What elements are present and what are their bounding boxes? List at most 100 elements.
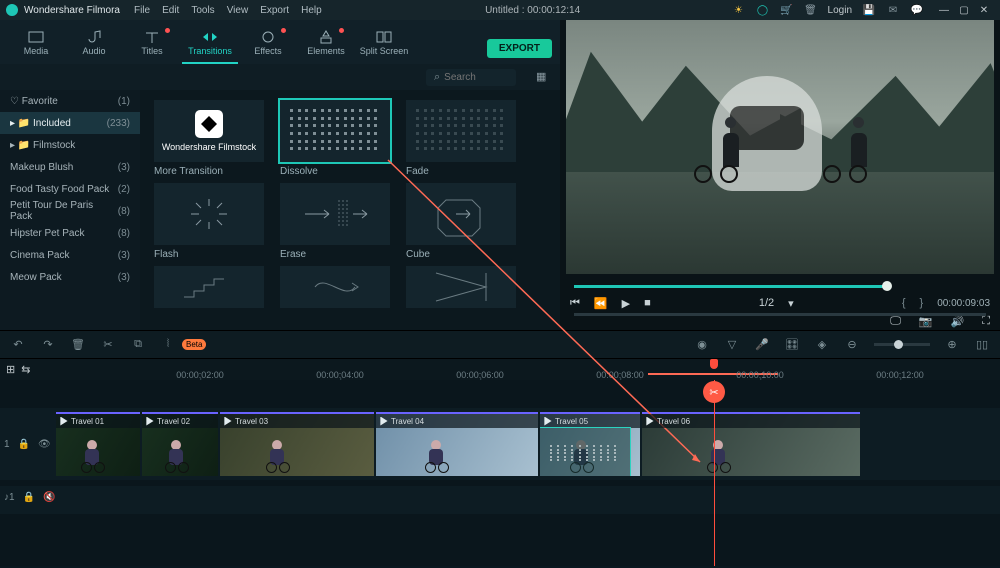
timeline-tracks: 1 🔒 👁 Travel 01Travel 02Travel 03Travel … — [0, 380, 1000, 566]
login-button[interactable]: Login — [828, 5, 852, 16]
gallery-item-extra2[interactable] — [280, 266, 390, 308]
sidebar-item-cinema[interactable]: Cinema Pack(3) — [0, 244, 140, 266]
timeline-ruler[interactable]: ⊞⇆ ✂ 00:00:02:0000:00:04:0000:00:06:0000… — [0, 358, 1000, 380]
snapshot-icon[interactable]: 📷 — [919, 315, 933, 328]
sidebar-item-hipster[interactable]: Hipster Pet Pack(8) — [0, 222, 140, 244]
gallery-item-extra3[interactable] — [406, 266, 516, 308]
fit-button[interactable]: ▯▯ — [974, 338, 990, 351]
menu-export[interactable]: Export — [260, 5, 289, 16]
tab-effects[interactable]: Effects — [240, 24, 296, 64]
tab-audio[interactable]: Audio — [66, 24, 122, 64]
zoom-out-button[interactable]: ⊖ — [844, 338, 860, 351]
gallery-item-more[interactable]: Wondershare Filmstock More Transition — [154, 100, 264, 177]
tab-media[interactable]: Media — [8, 24, 64, 64]
audio-track-label: ♪1 — [4, 492, 15, 503]
audio-wave-icon[interactable]: ⦚ — [160, 338, 176, 351]
lock-icon[interactable]: 🔒 — [23, 492, 35, 503]
tab-elements[interactable]: Elements — [298, 24, 354, 64]
preview-viewport[interactable] — [566, 20, 994, 274]
ruler-tick: 00:00:08:00 — [596, 370, 644, 380]
video-track-1[interactable]: 1 🔒 👁 Travel 01Travel 02Travel 03Travel … — [0, 408, 1000, 480]
headphones-icon[interactable]: ◯ — [756, 3, 770, 17]
zoom-slider[interactable] — [874, 343, 930, 346]
prev-frame-button[interactable]: ⏮ — [570, 297, 580, 310]
mail-icon[interactable]: ✉ — [886, 3, 900, 17]
audio-track-1[interactable]: ♪1 🔒 🔇 — [0, 486, 1000, 514]
save-icon[interactable]: 💾 — [862, 3, 876, 17]
split-marker-icon[interactable]: ✂ — [703, 381, 725, 403]
sidebar-item-food[interactable]: Food Tasty Food Pack(2) — [0, 178, 140, 200]
sun-icon[interactable]: ☀ — [732, 3, 746, 17]
sidebar-item-favorite[interactable]: ♡ Favorite(1) — [0, 90, 140, 112]
clip-1[interactable]: Travel 01 — [56, 412, 140, 476]
ruler-mode2-icon[interactable]: ⇆ — [21, 363, 30, 376]
mixer-icon[interactable]: 🎛 — [784, 338, 800, 351]
message-icon[interactable]: 💬 — [910, 3, 924, 17]
menu-view[interactable]: View — [227, 5, 249, 16]
cut-button[interactable]: ✂ — [100, 338, 116, 351]
undo-button[interactable]: ↶ — [10, 338, 26, 351]
gallery-item-cube[interactable]: Cube — [406, 183, 516, 260]
clip-2[interactable]: Travel 02 — [142, 412, 218, 476]
clip-6[interactable]: Travel 06 — [642, 412, 860, 476]
fullscreen-icon[interactable]: ⛶ — [982, 315, 990, 328]
maximize-button[interactable]: ▢ — [954, 5, 974, 16]
stop-button[interactable]: ■ — [644, 297, 651, 309]
tab-transitions[interactable]: Transitions — [182, 24, 238, 64]
display-icon[interactable]: 🖵 — [890, 315, 901, 328]
gallery-item-extra1[interactable] — [154, 266, 264, 308]
tab-split-screen[interactable]: Split Screen — [356, 24, 412, 64]
search-input[interactable] — [444, 72, 504, 83]
play-button[interactable]: ▶ — [622, 297, 630, 310]
tab-titles[interactable]: Titles — [124, 24, 180, 64]
sidebar-item-filmstock[interactable]: ▸ 📁 Filmstock — [0, 134, 140, 156]
copy-button[interactable]: ⧉ — [130, 338, 146, 351]
mark-in-icon[interactable]: { — [902, 297, 906, 309]
view-grid-icon[interactable]: ▦ — [536, 70, 550, 84]
mute-icon[interactable]: 🔇 — [43, 492, 55, 503]
export-button[interactable]: EXPORT — [487, 39, 552, 58]
lock-icon[interactable]: 🔒 — [18, 439, 30, 450]
trash-icon[interactable]: 🗑 — [804, 3, 818, 17]
page-down-icon[interactable]: ▾ — [788, 297, 794, 310]
sidebar-item-paris[interactable]: Petit Tour De Paris Pack(8) — [0, 200, 140, 222]
color-wheel-icon[interactable]: ◉ — [694, 338, 710, 351]
menu-tools[interactable]: Tools — [191, 5, 214, 16]
minimize-button[interactable]: — — [934, 5, 954, 16]
close-button[interactable]: ✕ — [974, 5, 994, 16]
clip-3[interactable]: Travel 03 — [220, 412, 374, 476]
menu-edit[interactable]: Edit — [162, 5, 179, 16]
menu-help[interactable]: Help — [301, 5, 322, 16]
zoom-in-button[interactable]: ⊕ — [944, 338, 960, 351]
cart-icon[interactable]: 🛒 — [780, 3, 794, 17]
gallery-item-dissolve[interactable]: Dissolve — [280, 100, 390, 177]
clip-transition-overlay[interactable] — [540, 428, 630, 476]
mic-icon[interactable]: 🎤 — [754, 338, 770, 351]
clip-5[interactable]: Travel 05 — [540, 412, 640, 476]
search-box[interactable]: ⌕ — [426, 69, 516, 86]
ruler-tick: 00:00:02:00 — [176, 370, 224, 380]
marker-icon[interactable]: ◈ — [814, 338, 830, 351]
delete-button[interactable]: 🗑 — [70, 338, 86, 351]
ruler-mode1-icon[interactable]: ⊞ — [6, 363, 15, 376]
shield-icon[interactable]: ▽ — [724, 338, 740, 351]
eye-icon[interactable]: 👁 — [38, 439, 51, 450]
ruler-tick: 00:00:12:00 — [876, 370, 924, 380]
gallery-item-fade[interactable]: Fade — [406, 100, 516, 177]
redo-button[interactable]: ↷ — [40, 338, 56, 351]
search-icon: ⌕ — [434, 71, 440, 84]
preview-seek-bar[interactable] — [574, 278, 986, 294]
volume-icon[interactable]: 🔊 — [951, 315, 965, 328]
window-title: Untitled : 00:00:12:14 — [334, 5, 732, 16]
step-back-button[interactable]: ⏪ — [594, 297, 608, 310]
mark-out-icon[interactable]: } — [920, 297, 924, 309]
gallery-item-erase[interactable]: Erase — [280, 183, 390, 260]
clip-4[interactable]: Travel 04 — [376, 412, 538, 476]
menu-file[interactable]: File — [134, 5, 150, 16]
window-controls: — ▢ ✕ — [934, 5, 994, 16]
sidebar-item-makeup[interactable]: Makeup Blush(3) — [0, 156, 140, 178]
sidebar-item-meow[interactable]: Meow Pack(3) — [0, 266, 140, 288]
sidebar-item-included[interactable]: ▸ 📁 Included(233) — [0, 112, 140, 134]
gallery-item-flash[interactable]: Flash — [154, 183, 264, 260]
page-indicator[interactable]: 1/2 — [759, 297, 774, 309]
